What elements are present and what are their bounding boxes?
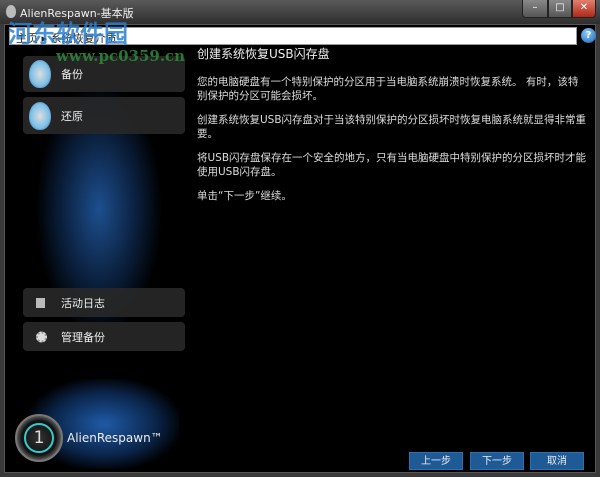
alien-head-icon — [29, 101, 51, 130]
sidebar-item-label: 备份 — [61, 68, 83, 81]
watermark-name: 河东软件园 — [8, 20, 128, 48]
sidebar-item-restore[interactable]: 还原 — [23, 97, 185, 134]
brand-logo: 1 AlienRespawn™ — [15, 414, 163, 462]
maximize-button[interactable]: □ — [548, 0, 572, 18]
next-button[interactable]: 下一步 — [470, 452, 524, 470]
alien-head-icon — [29, 60, 51, 88]
paragraph: 您的电脑硬盘有一个特别保护的分区用于当电脑系统崩溃时恢复系统。 有时，该特别保护… — [197, 76, 579, 102]
sidebar-item-activity-log[interactable]: 活动日志 — [23, 288, 185, 317]
page-title: 创建系统恢复USB闪存盘 — [197, 47, 330, 61]
log-icon — [36, 297, 45, 308]
brand-number: 1 — [24, 423, 54, 453]
sidebar-item-label: 还原 — [61, 109, 83, 123]
main-window: 主页 ▸ 系统恢复介质 ? 备份 还原 活动日志 管理备份 1 AlienRes… — [4, 24, 596, 473]
content-panel: 创建系统恢复USB闪存盘 您的电脑硬盘有一个特别保护的分区用于当电脑系统崩溃时恢… — [197, 47, 587, 213]
sidebar-item-manage-backups[interactable]: 管理备份 — [23, 322, 185, 351]
gear-icon — [36, 331, 47, 342]
cancel-button[interactable]: 取消 — [530, 452, 584, 470]
sidebar: 备份 还原 活动日志 管理备份 1 AlienRespawn™ — [9, 49, 189, 472]
help-icon[interactable]: ? — [581, 28, 596, 43]
back-button[interactable]: 上一步 — [409, 452, 463, 470]
minimize-button[interactable]: – — [522, 0, 548, 18]
brand-name: AlienRespawn™ — [67, 431, 163, 445]
paragraph: 创建系统恢复USB闪存盘对于当该特别保护的分区损坏时恢复电脑系统就显得非常重要。 — [197, 114, 587, 140]
close-button[interactable]: ✕ — [572, 0, 596, 18]
watermark-url: www.pc0359.cn — [56, 47, 186, 65]
sidebar-item-label: 管理备份 — [61, 330, 105, 344]
brand-ring-icon: 1 — [15, 414, 63, 462]
sidebar-item-label: 活动日志 — [61, 296, 105, 310]
paragraph: 将USB闪存盘保存在一个安全的地方，只有当电脑硬盘中特别保护的分区损坏时才能使用… — [197, 152, 587, 178]
paragraph: 单击“下一步”继续。 — [197, 190, 292, 202]
